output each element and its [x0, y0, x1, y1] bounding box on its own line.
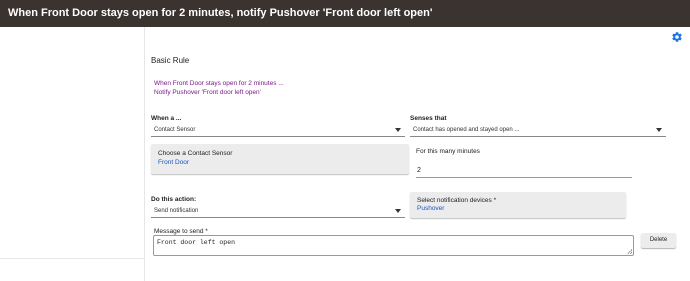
action-label: Do this action: [151, 196, 197, 203]
left-panel [0, 27, 145, 259]
rule-summary-line-1: When Front Door stays open for 2 minutes… [154, 80, 284, 87]
card-title: Select notification devices * [417, 197, 497, 204]
when-label: When a ... [151, 115, 182, 122]
selected-device: Front Door [158, 159, 190, 166]
chevron-down-icon [395, 209, 401, 213]
page-title: Basic Rule [151, 56, 190, 65]
when-select[interactable]: Contact Sensor [151, 124, 405, 137]
minutes-label: For this many minutes [416, 148, 480, 155]
chevron-down-icon [395, 128, 401, 132]
message-textarea[interactable]: Front door left open [153, 235, 634, 256]
notification-devices-card[interactable]: Select notification devices * Pushover [410, 192, 626, 218]
senses-label: Senses that [410, 115, 447, 122]
window-title: When Front Door stays open for 2 minutes… [0, 0, 690, 27]
minutes-input[interactable]: 2 [416, 166, 632, 178]
senses-select[interactable]: Contact has opened and stayed open ... [410, 124, 666, 137]
message-value: Front door left open [157, 239, 236, 246]
senses-select-value: Contact has opened and stayed open ... [413, 127, 520, 133]
choose-contact-sensor-card[interactable]: Choose a Contact Sensor Front Door [151, 144, 409, 174]
left-panel-divider [0, 259, 145, 281]
action-select-value: Send notification [154, 208, 199, 214]
delete-button[interactable]: Delete [641, 233, 676, 248]
when-select-value: Contact Sensor [154, 127, 196, 133]
message-label: Message to send * [154, 228, 208, 235]
gear-icon[interactable] [671, 31, 683, 43]
selected-notification-device: Pushover [417, 205, 445, 212]
rule-summary-line-2: Notify Pushover 'Front door left open' [154, 89, 261, 96]
action-select[interactable]: Send notification [151, 205, 405, 218]
card-title: Choose a Contact Sensor [158, 150, 233, 157]
chevron-down-icon [656, 128, 662, 132]
resize-handle[interactable] [627, 249, 632, 254]
